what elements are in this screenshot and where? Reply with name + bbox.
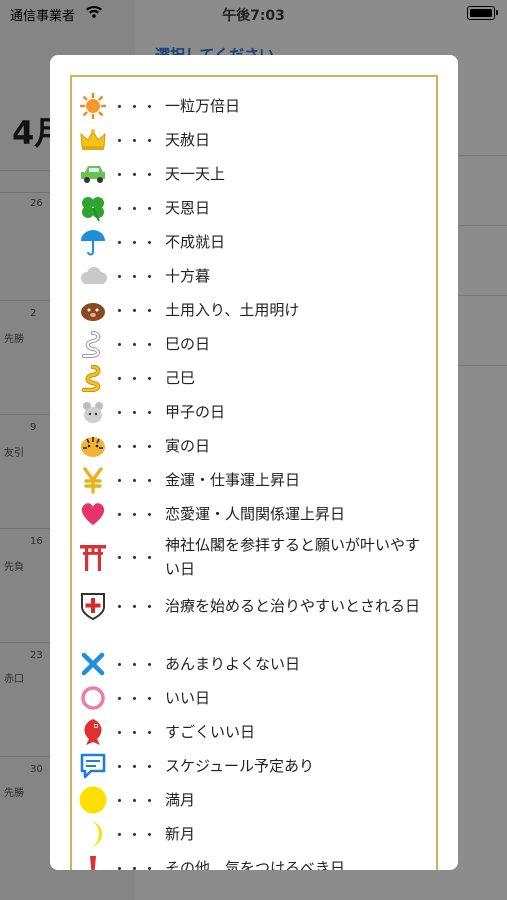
legend-item: ・・・ 天一天上 bbox=[78, 159, 430, 189]
legend-label: 不成就日 bbox=[165, 233, 226, 251]
circle-mark-icon bbox=[78, 683, 108, 713]
legend-dialog: ・・・ 一粒万倍日 ・・・ 天赦日 ・・・ 天一天上 ・・・ 天恩日 ・・・ 不… bbox=[50, 55, 458, 870]
legend-label: あんまりよくない日 bbox=[165, 655, 301, 673]
legend-item: ・・・ 十方暮 bbox=[78, 261, 430, 291]
separator-dots: ・・・ bbox=[112, 335, 158, 354]
legend-label: 甲子の日 bbox=[165, 403, 226, 421]
legend-label: 寅の日 bbox=[165, 437, 211, 455]
legend-item: ・・・ 神社仏閣を参拝すると願いが叶いやすい日 bbox=[78, 533, 430, 581]
legend-label: 神社仏閣を参拝すると願いが叶いやすい日 bbox=[165, 536, 421, 578]
separator-dots: ・・・ bbox=[112, 199, 158, 218]
red-cross-shield-icon bbox=[78, 591, 108, 621]
mole-icon bbox=[78, 295, 108, 325]
legend-item: ・・・ スケジュール予定あり bbox=[78, 751, 430, 781]
legend-item: ・・・ 巳の日 bbox=[78, 329, 430, 359]
legend-item: ・・・ 己巳 bbox=[78, 363, 430, 393]
status-bar: 通信事業者 午後7:03 bbox=[0, 0, 507, 26]
separator-dots: ・・・ bbox=[112, 267, 158, 286]
separator-dots: ・・・ bbox=[112, 437, 158, 456]
legend-label: 天赦日 bbox=[165, 131, 211, 149]
separator-dots: ・・・ bbox=[112, 723, 158, 742]
speech-bubble-icon bbox=[78, 751, 108, 781]
car-icon bbox=[78, 159, 108, 189]
legend-label: その他、気をつけるべき日 bbox=[165, 859, 346, 870]
legend-label: 金運・仕事運上昇日 bbox=[165, 471, 301, 489]
legend-label: 天恩日 bbox=[165, 199, 211, 217]
cross-mark-icon bbox=[78, 649, 108, 679]
legend-label: 治療を始めると治りやすいとされる日 bbox=[165, 597, 421, 615]
clock-time: 午後7:03 bbox=[222, 8, 285, 24]
legend-item: ・・・ 一粒万倍日 bbox=[78, 91, 430, 121]
legend-item: ・・・ 天恩日 bbox=[78, 193, 430, 223]
separator-dots: ・・・ bbox=[112, 165, 158, 184]
separator-dots: ・・・ bbox=[112, 689, 158, 708]
clover-icon bbox=[78, 193, 108, 223]
separator-dots: ・・・ bbox=[112, 825, 158, 844]
separator-dots: ・・・ bbox=[112, 131, 158, 150]
sun-icon bbox=[78, 91, 108, 121]
sea-bream-icon bbox=[78, 717, 108, 747]
yellow-snake-icon bbox=[78, 363, 108, 393]
separator-dots: ・・・ bbox=[112, 403, 158, 422]
legend-item: ・・・ 天赦日 bbox=[78, 125, 430, 155]
yen-icon bbox=[78, 465, 108, 495]
legend-item: ・・・ 恋愛運・人間関係運上昇日 bbox=[78, 499, 430, 529]
separator-dots: ・・・ bbox=[112, 505, 158, 524]
separator-dots: ・・・ bbox=[112, 597, 158, 616]
legend-item: ・・・ いい日 bbox=[78, 683, 430, 713]
legend-label: 天一天上 bbox=[165, 165, 226, 183]
legend-item: ・・・ 土用入り、土用明け bbox=[78, 295, 430, 325]
tiger-icon bbox=[78, 431, 108, 461]
legend-label: 土用入り、土用明け bbox=[165, 301, 300, 319]
white-snake-icon bbox=[78, 329, 108, 359]
heart-icon bbox=[78, 499, 108, 529]
crown-icon bbox=[78, 125, 108, 155]
separator-dots: ・・・ bbox=[112, 97, 158, 116]
legend-item: ・・・ 新月 bbox=[78, 819, 430, 849]
separator-dots: ・・・ bbox=[112, 791, 158, 810]
legend-label: 新月 bbox=[165, 825, 196, 843]
legend-item: ・・・ すごくいい日 bbox=[78, 717, 430, 747]
separator-dots: ・・・ bbox=[112, 471, 158, 490]
separator-dots: ・・・ bbox=[112, 369, 158, 388]
legend-label: 巳の日 bbox=[165, 335, 211, 353]
legend-label: いい日 bbox=[165, 689, 211, 707]
exclamation-icon bbox=[78, 853, 108, 870]
separator-dots: ・・・ bbox=[112, 655, 158, 674]
legend-item: ・・・ 金運・仕事運上昇日 bbox=[78, 465, 430, 495]
legend-label: すごくいい日 bbox=[165, 723, 256, 741]
legend-label: 己巳 bbox=[165, 369, 196, 387]
legend-item: ・・・ あんまりよくない日 bbox=[78, 649, 430, 679]
legend-item: ・・・ その他、気をつけるべき日 bbox=[78, 853, 430, 870]
umbrella-icon bbox=[78, 227, 108, 257]
legend-frame: ・・・ 一粒万倍日 ・・・ 天赦日 ・・・ 天一天上 ・・・ 天恩日 ・・・ 不… bbox=[70, 75, 438, 870]
legend-item: ・・・ 満月 bbox=[78, 785, 430, 815]
legend-item: ・・・ 寅の日 bbox=[78, 431, 430, 461]
separator-dots: ・・・ bbox=[112, 233, 158, 252]
legend-label: 満月 bbox=[165, 791, 196, 809]
mouse-icon bbox=[78, 397, 108, 427]
cloud-icon bbox=[78, 261, 108, 291]
legend-item: ・・・ 治療を始めると治りやすいとされる日 bbox=[78, 591, 430, 621]
torii-icon bbox=[78, 542, 108, 572]
legend-item: ・・・ 不成就日 bbox=[78, 227, 430, 257]
separator-dots: ・・・ bbox=[112, 301, 158, 320]
separator-dots: ・・・ bbox=[112, 548, 158, 567]
legend-label: スケジュール予定あり bbox=[165, 757, 314, 775]
battery-icon bbox=[467, 6, 498, 20]
crescent-moon-icon bbox=[78, 819, 108, 849]
legend-item: ・・・ 甲子の日 bbox=[78, 397, 430, 427]
full-moon-icon bbox=[78, 785, 108, 815]
separator-dots: ・・・ bbox=[112, 757, 158, 776]
legend-label: 一粒万倍日 bbox=[165, 97, 241, 115]
legend-label: 恋愛運・人間関係運上昇日 bbox=[165, 505, 346, 523]
separator-dots: ・・・ bbox=[112, 859, 158, 871]
legend-label: 十方暮 bbox=[165, 267, 211, 285]
